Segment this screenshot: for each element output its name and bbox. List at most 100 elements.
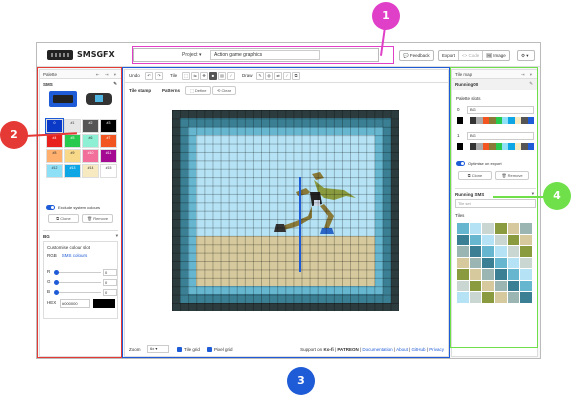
tile-thumbnail[interactable] xyxy=(507,234,520,246)
tile-thumbnail[interactable] xyxy=(495,269,507,280)
eyedropper-icon[interactable]: ⁄ xyxy=(283,72,291,80)
exclude-system-colours-row[interactable]: Exclude system colours xyxy=(46,205,121,211)
patreon-link[interactable]: PATREON xyxy=(337,347,358,352)
tile-thumbnail[interactable] xyxy=(469,223,482,234)
tile-thumbnail[interactable] xyxy=(507,246,520,257)
palette-swatch[interactable]: #9 xyxy=(64,149,81,163)
kofi-link[interactable]: Ko-fi xyxy=(323,347,333,352)
tile-thumbnail[interactable] xyxy=(457,292,469,303)
palette-swatch[interactable]: #6 xyxy=(82,134,99,148)
tile-thumbnail[interactable] xyxy=(520,269,532,280)
tile-thumbnail[interactable] xyxy=(457,280,469,292)
palette-swatch[interactable]: #2 xyxy=(82,119,99,133)
master-system-console-icon[interactable] xyxy=(49,91,77,107)
tile-thumbnail[interactable] xyxy=(520,223,532,234)
tile-thumbnail[interactable] xyxy=(520,292,532,303)
game-gear-console-icon[interactable] xyxy=(86,93,112,105)
tile-thumbnail[interactable] xyxy=(507,280,520,292)
tile-thumbnail[interactable] xyxy=(469,246,482,257)
blue-value-input[interactable]: 0 xyxy=(103,289,117,296)
palette-swatch[interactable]: #5 xyxy=(64,134,81,148)
tile-thumbnail[interactable] xyxy=(507,269,520,280)
undo-icon[interactable]: ↶ xyxy=(145,72,153,80)
tile-thumbnail[interactable] xyxy=(457,269,469,280)
green-value-input[interactable]: 0 xyxy=(103,279,117,286)
remove-palette-button[interactable]: 🗑 Remove xyxy=(82,214,113,223)
export-image-button[interactable]: 🖼 Image xyxy=(483,51,508,60)
tile-thumbnail[interactable] xyxy=(469,234,482,246)
tile-thumbnail[interactable] xyxy=(469,269,482,280)
tile-thumbnail[interactable] xyxy=(520,234,532,246)
checkbox-icon[interactable] xyxy=(207,347,212,353)
green-slider-track[interactable] xyxy=(59,282,101,283)
project-menu-button[interactable]: Project ▾ xyxy=(182,51,201,60)
tile-thumbnail[interactable] xyxy=(469,257,482,269)
tile-thumbnail[interactable] xyxy=(495,246,507,257)
palette-swatch[interactable]: #8 xyxy=(46,149,63,163)
tile-fill-icon[interactable]: ▤ xyxy=(218,72,226,80)
tile-thumbnail[interactable] xyxy=(495,257,507,269)
palette-slot-select[interactable]: BG xyxy=(467,132,534,140)
tile-pan-icon[interactable]: ✥ xyxy=(200,72,208,80)
tile-thumbnail[interactable] xyxy=(482,246,494,257)
checkbox-icon[interactable] xyxy=(177,347,182,353)
palette-section-header[interactable]: BG ▾ xyxy=(43,230,118,239)
clone-palette-button[interactable]: ⧉ Clone xyxy=(48,214,79,223)
clear-pattern-button[interactable]: ⟲ Clear xyxy=(212,86,237,95)
define-pattern-button[interactable]: ⬚ Define xyxy=(185,86,212,95)
swap-icon[interactable]: ⇄ xyxy=(274,72,282,80)
tile-thumbnail[interactable] xyxy=(482,292,494,303)
documentation-link[interactable]: Documentation xyxy=(362,347,392,352)
tile-thumbnail[interactable] xyxy=(507,292,520,303)
replace-icon[interactable]: ⧉ xyxy=(292,72,300,80)
red-value-input[interactable]: 0 xyxy=(103,269,117,276)
tile-thumbnail[interactable] xyxy=(520,246,532,257)
feedback-button[interactable]: 💬 Feedback xyxy=(399,50,434,61)
tile-select-icon[interactable]: ⬚ xyxy=(182,72,190,80)
tile-grid-checkbox[interactable]: Tile grid xyxy=(177,347,200,353)
export-code-button[interactable]: <> Code xyxy=(459,51,484,60)
panel-controls-icon[interactable]: ⇤ ⇥ ▾ xyxy=(96,70,118,79)
pencil-icon[interactable]: ✎ xyxy=(113,81,117,87)
tile-thumbnail[interactable] xyxy=(457,257,469,269)
palette-swatch[interactable]: #4 xyxy=(46,134,63,148)
toggle-switch-icon[interactable] xyxy=(456,161,465,167)
hex-value-input[interactable]: #000000 xyxy=(60,299,90,308)
tile-thumbnail[interactable] xyxy=(469,292,482,303)
tile-thumbnail[interactable] xyxy=(495,280,507,292)
tile-stamp-icon[interactable]: ■ xyxy=(209,72,217,80)
tile-thumbnail[interactable] xyxy=(457,234,469,246)
panel-controls-icon[interactable]: ⇥ ▾ xyxy=(521,70,534,79)
privacy-link[interactable]: Privacy xyxy=(429,347,444,352)
settings-button[interactable]: ⚙ ▾ xyxy=(517,50,535,61)
tileset-select[interactable]: Tile set xyxy=(455,199,536,208)
tile-thumbnail[interactable] xyxy=(507,223,520,234)
tile-thumbnail[interactable] xyxy=(457,223,469,234)
remove-tile-map-button[interactable]: 🗑 Remove xyxy=(495,171,529,180)
palette-swatch[interactable]: 0 xyxy=(45,118,64,134)
pencil-icon[interactable]: ✎ xyxy=(256,72,264,80)
tile-eyedropper-icon[interactable]: ⁄ xyxy=(227,72,235,80)
project-name-input[interactable]: Action game graphics xyxy=(210,50,320,60)
tile-thumbnail[interactable] xyxy=(482,280,494,292)
palette-slot-select[interactable]: BG xyxy=(467,106,534,114)
chevron-down-icon[interactable]: ▾ xyxy=(116,233,118,239)
github-link[interactable]: GitHub xyxy=(412,347,426,352)
pixel-grid-checkbox[interactable]: Pixel grid xyxy=(207,347,233,353)
palette-swatch[interactable]: #15 xyxy=(100,164,117,178)
tile-thumbnail[interactable] xyxy=(520,280,532,292)
tile-thumbnail[interactable] xyxy=(469,280,482,292)
palette-swatch[interactable]: #1 xyxy=(64,119,81,133)
pencil-icon[interactable]: ✎ xyxy=(529,81,533,87)
optimise-on-export-row[interactable]: Optimise on export xyxy=(456,161,502,167)
tile-thumbnail[interactable] xyxy=(507,257,520,269)
tab-rgb[interactable]: RGB xyxy=(47,253,57,258)
tile-map-canvas[interactable] xyxy=(172,110,399,311)
tile-thumbnail[interactable] xyxy=(457,246,469,257)
tile-thumbnail[interactable] xyxy=(482,257,494,269)
palette-swatch[interactable]: #10 xyxy=(82,149,99,163)
palette-swatch[interactable]: #13 xyxy=(64,164,81,178)
tab-sms-colours[interactable]: SMS colours xyxy=(62,253,88,258)
zoom-select[interactable]: 6x ▾ xyxy=(147,345,169,353)
palette-swatch[interactable]: #14 xyxy=(82,164,99,178)
